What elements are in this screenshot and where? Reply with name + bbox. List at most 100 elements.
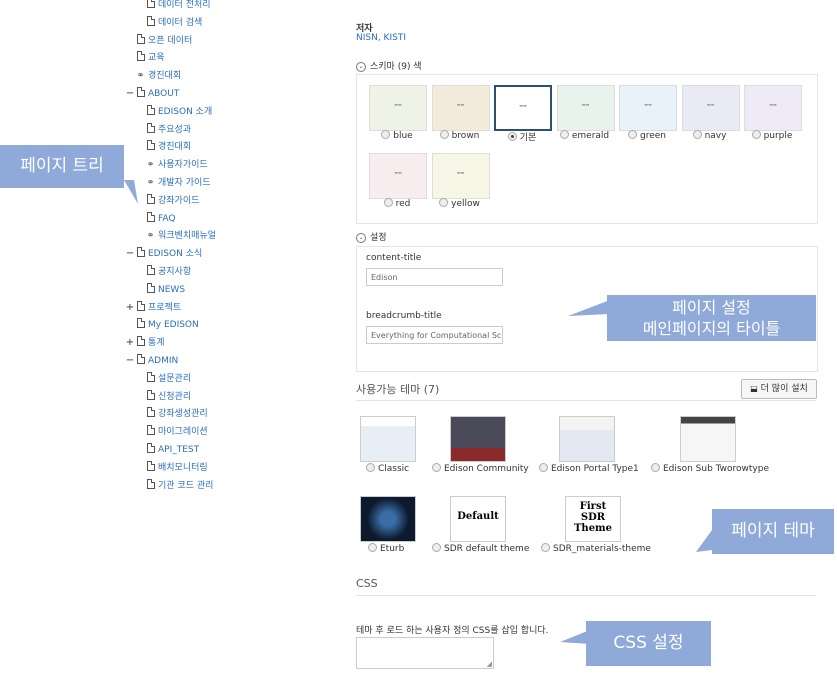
- radio-button[interactable]: [507, 132, 517, 141]
- radio-button[interactable]: [432, 543, 441, 552]
- theme-thumbnail[interactable]: [360, 416, 416, 462]
- tree-item[interactable]: − ADMIN: [125, 353, 178, 369]
- tree-item[interactable]: EDISON 소개: [135, 104, 212, 120]
- tree-item-label[interactable]: 프로젝트: [148, 303, 181, 313]
- tree-item-label[interactable]: 사용자가이드: [158, 160, 208, 170]
- expand-icon[interactable]: +: [125, 300, 135, 316]
- tree-item-label[interactable]: 강좌생성관리: [158, 409, 208, 419]
- radio-button[interactable]: [368, 543, 377, 552]
- radio-button[interactable]: [439, 198, 449, 207]
- tree-item[interactable]: 신청관리: [135, 389, 191, 405]
- theme-thumbnail[interactable]: [680, 416, 736, 462]
- tree-item[interactable]: 설문관리: [135, 371, 191, 387]
- tree-item[interactable]: − ABOUT: [125, 86, 179, 102]
- tree-item[interactable]: 강좌생성관리: [135, 406, 208, 422]
- tree-item-label[interactable]: 개발자 가이드: [158, 178, 211, 188]
- tree-item-label[interactable]: API_TEST: [158, 445, 199, 455]
- theme-option[interactable]: Edison Sub Tworowtype: [651, 463, 769, 474]
- tree-item[interactable]: NEWS: [135, 282, 185, 298]
- color-scheme-swatch[interactable]: ▬▬: [619, 85, 677, 131]
- collapse-icon[interactable]: −: [125, 353, 135, 369]
- tree-item-label[interactable]: 경진대회: [148, 71, 181, 81]
- color-scheme-option[interactable]: blue: [365, 130, 429, 141]
- tree-item-label[interactable]: ABOUT: [148, 89, 179, 99]
- color-scheme-option[interactable]: purple: [740, 130, 804, 141]
- tree-item[interactable]: ⚭ 워크벤치매뉴얼: [135, 228, 216, 244]
- tree-item[interactable]: 마이그레이션: [135, 424, 208, 440]
- tree-item-label[interactable]: EDISON 소식: [148, 249, 202, 259]
- color-scheme-option[interactable]: yellow: [428, 198, 492, 209]
- color-scheme-swatch[interactable]: ▬▬: [681, 85, 740, 131]
- radio-button[interactable]: [559, 130, 569, 139]
- content-title-input[interactable]: Edison: [366, 268, 503, 286]
- tree-item-label[interactable]: 공지사항: [158, 267, 191, 277]
- tree-item-label[interactable]: 경진대회: [158, 142, 191, 152]
- theme-option[interactable]: SDR default theme: [432, 543, 529, 554]
- theme-option[interactable]: SDR_materials-theme: [541, 543, 651, 554]
- color-scheme-option[interactable]: emerald: [553, 130, 617, 141]
- tree-item[interactable]: 강좌가이드: [135, 193, 199, 209]
- color-scheme-option[interactable]: brown: [428, 130, 492, 141]
- theme-option[interactable]: Classic: [366, 463, 409, 474]
- tree-item-label[interactable]: 주요성과: [158, 125, 191, 135]
- tree-item-label[interactable]: NEWS: [158, 285, 185, 295]
- theme-thumbnail[interactable]: [450, 416, 506, 462]
- tree-item-label[interactable]: My EDISON: [148, 320, 199, 330]
- color-scheme-option[interactable]: navy: [678, 130, 742, 141]
- tree-item[interactable]: + 통계: [125, 335, 165, 351]
- color-scheme-swatch[interactable]: ▬▬: [369, 85, 427, 131]
- tree-item-label[interactable]: 교육: [148, 53, 165, 63]
- color-scheme-swatch[interactable]: ▬▬: [431, 85, 490, 131]
- tree-item[interactable]: 교육: [125, 50, 165, 66]
- tree-item[interactable]: ⚭ 사용자가이드: [135, 157, 208, 173]
- author-value[interactable]: NISN, KISTI: [356, 33, 406, 43]
- color-scheme-swatch[interactable]: ▬▬: [556, 85, 615, 131]
- tree-item-label[interactable]: FAQ: [158, 214, 175, 224]
- tree-item[interactable]: 기관 코드 관리: [135, 478, 213, 494]
- schemes-header[interactable]: ⌄ 스키마 (9) 색: [356, 59, 422, 72]
- tree-item-label[interactable]: 강좌가이드: [158, 196, 199, 206]
- color-scheme-swatch[interactable]: ▬▬: [744, 85, 802, 131]
- settings-header[interactable]: ⌄ 설정: [356, 230, 387, 243]
- color-scheme-swatch[interactable]: ▬▬: [369, 153, 427, 199]
- radio-button[interactable]: [628, 130, 637, 139]
- theme-option[interactable]: Edison Portal Type1: [539, 463, 639, 474]
- expand-icon[interactable]: +: [125, 335, 135, 351]
- color-scheme-option[interactable]: green: [615, 130, 679, 141]
- theme-option[interactable]: Edison Community: [432, 463, 529, 474]
- tree-item[interactable]: API_TEST: [135, 442, 199, 458]
- tree-item[interactable]: 배치모니터링: [135, 460, 208, 476]
- tree-item[interactable]: 경진대회: [135, 139, 191, 155]
- radio-button[interactable]: [366, 463, 375, 472]
- theme-thumbnail[interactable]: [360, 496, 416, 542]
- tree-item-label[interactable]: 데이터 검색: [158, 18, 202, 28]
- radio-button[interactable]: [439, 130, 449, 139]
- radio-button[interactable]: [539, 463, 548, 472]
- tree-item[interactable]: ⚭ 경진대회: [125, 68, 181, 84]
- tree-item[interactable]: My EDISON: [125, 317, 199, 333]
- resize-handle-icon[interactable]: ◢: [487, 660, 492, 668]
- tree-item[interactable]: 오픈 데이터: [125, 33, 192, 49]
- tree-item-label[interactable]: 통계: [148, 338, 165, 348]
- tree-item-label[interactable]: ADMIN: [148, 356, 178, 366]
- tree-item[interactable]: + 프로젝트: [125, 300, 181, 316]
- theme-option[interactable]: Eturb: [368, 543, 404, 554]
- css-textarea[interactable]: ◢: [356, 637, 494, 669]
- breadcrumb-title-input[interactable]: Everything for Computational Science: [366, 326, 503, 344]
- tree-item-label[interactable]: 마이그레이션: [158, 427, 208, 437]
- tree-item[interactable]: ⚭ 개발자 가이드: [135, 175, 211, 191]
- radio-button[interactable]: [541, 543, 550, 552]
- tree-item[interactable]: − EDISON 소식: [125, 246, 202, 262]
- color-scheme-swatch[interactable]: ▬▬: [431, 153, 490, 199]
- radio-button[interactable]: [432, 463, 441, 472]
- radio-button[interactable]: [381, 130, 391, 139]
- tree-item-label[interactable]: 오픈 데이터: [148, 36, 192, 46]
- theme-thumbnail[interactable]: [559, 416, 615, 462]
- tree-item[interactable]: 데이터 검색: [135, 15, 202, 31]
- tree-item[interactable]: 주요성과: [135, 122, 191, 138]
- theme-thumbnail[interactable]: First SDR Theme: [565, 496, 621, 542]
- tree-item-label[interactable]: EDISON 소개: [158, 107, 212, 117]
- tree-item-label[interactable]: 워크벤치매뉴얼: [158, 231, 216, 241]
- radio-button[interactable]: [383, 198, 393, 207]
- tree-item[interactable]: 공지사항: [135, 264, 191, 280]
